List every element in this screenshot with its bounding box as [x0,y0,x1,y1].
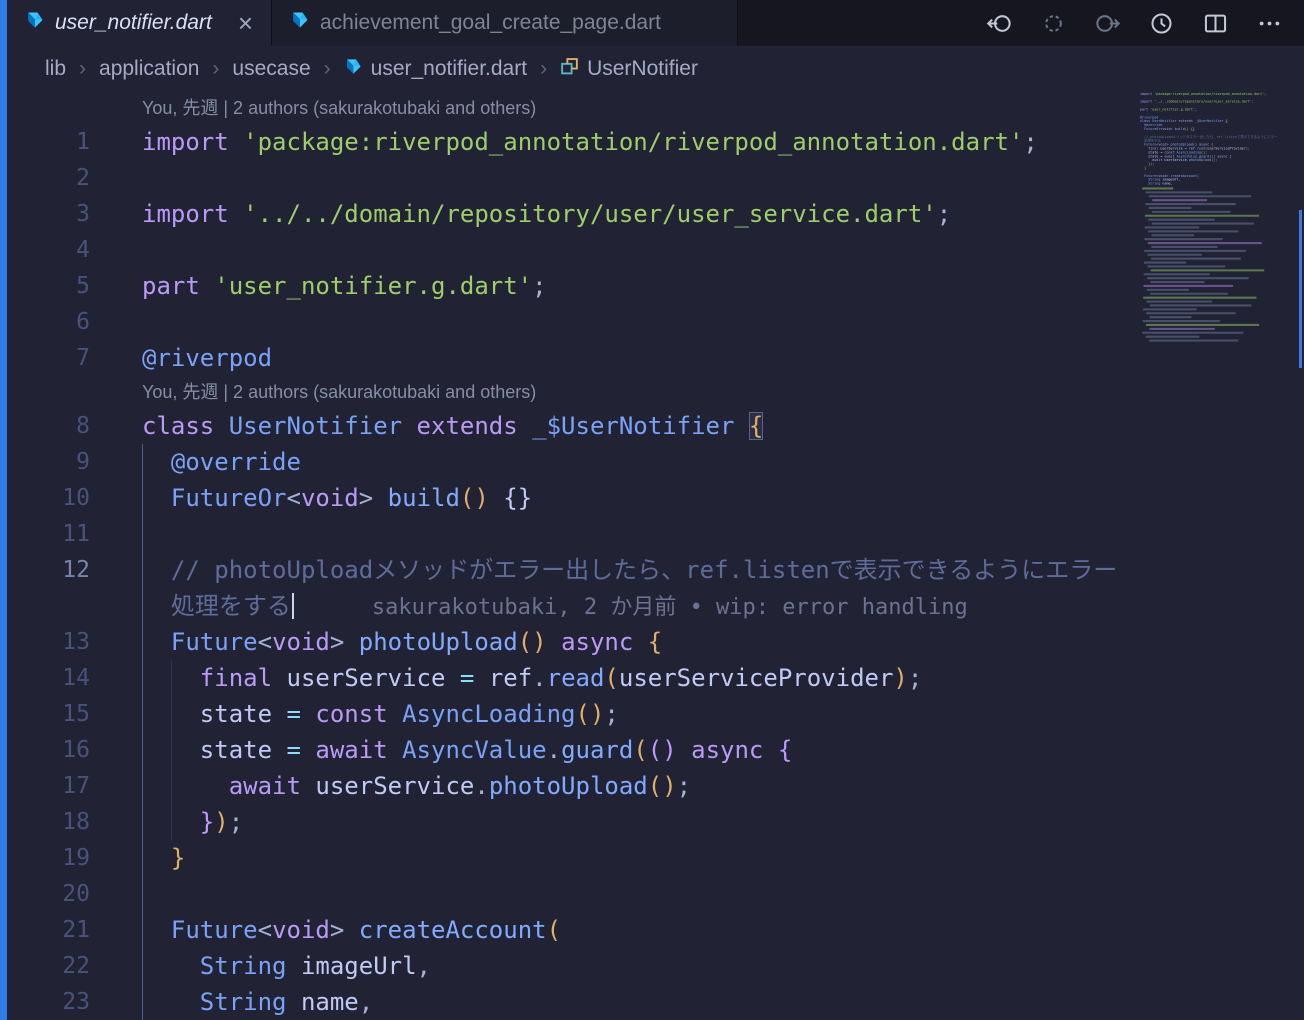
code-line[interactable]: String name, [90,984,1304,1020]
codelens-link[interactable]: You, 先週 | 2 authors (sakurakotubaki and … [7,92,1304,124]
code-line[interactable]: await userService.photoUpload(); [90,768,1304,804]
code-line[interactable]: part 'user_notifier.g.dart'; [90,268,1304,304]
tab-bar: user_notifier.dart × achievement_goal_cr… [7,0,1304,46]
line-number[interactable]: 17 [7,768,90,804]
code-line[interactable]: // photoUploadメソッドがエラー出したら、ref.listenで表示… [90,552,1304,588]
symbol-class-icon [560,57,579,82]
debug-step-out-icon[interactable] [1092,8,1122,38]
breadcrumb-item-file[interactable]: user_notifier.dart [344,57,527,82]
split-editor-icon[interactable] [1200,8,1230,38]
code-line[interactable]: final userService = ref.read(userService… [90,660,1304,696]
breadcrumb-separator: › [212,57,220,80]
line-number[interactable]: 14 [7,660,90,696]
line-number[interactable]: 3 [7,196,90,232]
text-cursor [291,593,294,619]
line-number[interactable] [7,588,90,624]
close-icon[interactable]: × [238,10,253,36]
line-number[interactable]: 16 [7,732,90,768]
tab-user-notifier[interactable]: user_notifier.dart × [7,0,272,46]
code-line[interactable]: @override [90,444,1304,480]
window-accent-border [0,0,7,1020]
dart-icon [344,57,363,82]
line-number[interactable]: 22 [7,948,90,984]
code-line[interactable]: 処理をする sakurakotubaki, 2 か月前 • wip: error … [90,588,1304,624]
vscode-window: user_notifier.dart × achievement_goal_cr… [0,0,1304,1020]
tab-achievement-goal-create-page[interactable]: achievement_goal_create_page.dart [272,0,738,46]
code-line[interactable]: import 'package:riverpod_annotation/rive… [90,124,1304,160]
breadcrumb-item-application[interactable]: application [99,57,199,81]
debug-step-back-icon[interactable] [984,8,1014,38]
breakpoint-circle-icon[interactable] [1038,8,1068,38]
code-line[interactable]: class UserNotifier extends _$UserNotifie… [90,408,1304,444]
breadcrumb-item-usecase[interactable]: usecase [232,57,310,81]
code-line[interactable]: }); [90,804,1304,840]
line-number[interactable]: 10 [7,480,90,516]
code-line[interactable] [90,160,1304,196]
code-line[interactable]: state = await AsyncValue.guard(() async … [90,732,1304,768]
line-number[interactable]: 11 [7,516,90,552]
line-number[interactable]: 1 [7,124,90,160]
line-number[interactable]: 20 [7,876,90,912]
code-line[interactable]: state = const AsyncLoading(); [90,696,1304,732]
line-number[interactable]: 23 [7,984,90,1020]
code-line[interactable] [90,516,1304,552]
git-blame-annotation: sakurakotubaki, 2 か月前 • wip: error handl… [371,595,968,620]
breadcrumb-separator: › [323,57,331,80]
breadcrumb: lib › application › usecase › user_notif… [7,46,1134,92]
line-number[interactable]: 12 [7,552,90,588]
code-line[interactable]: import '../../domain/repository/user/use… [90,196,1304,232]
line-number[interactable]: 5 [7,268,90,304]
codelens-link[interactable]: You, 先週 | 2 authors (sakurakotubaki and … [7,376,1304,408]
dart-icon [25,10,45,36]
line-number[interactable]: 19 [7,840,90,876]
line-number[interactable]: 6 [7,304,90,340]
line-number[interactable]: 21 [7,912,90,948]
code-line[interactable] [90,304,1304,340]
line-number[interactable]: 2 [7,160,90,196]
line-number[interactable]: 9 [7,444,90,480]
line-number[interactable]: 15 [7,696,90,732]
breadcrumb-separator: › [79,57,87,80]
code-line[interactable]: @riverpod [90,340,1304,376]
line-number[interactable]: 13 [7,624,90,660]
line-number[interactable]: 7 [7,340,90,376]
breadcrumb-item-symbol[interactable]: UserNotifier [560,57,698,82]
code-line[interactable]: Future<void> createAccount( [90,912,1304,948]
more-actions-icon[interactable] [1254,8,1284,38]
code-line[interactable]: } [90,840,1304,876]
code-area[interactable]: You, 先週 | 2 authors (sakurakotubaki and … [7,92,1304,1020]
breadcrumb-separator: › [540,57,548,80]
code-line[interactable]: Future<void> photoUpload() async { [90,624,1304,660]
code-line[interactable] [90,232,1304,268]
line-number[interactable]: 8 [7,408,90,444]
line-number[interactable]: 4 [7,232,90,268]
timeline-icon[interactable] [1146,8,1176,38]
breadcrumb-item-lib[interactable]: lib [45,57,66,81]
code-line[interactable] [90,876,1304,912]
line-number[interactable]: 18 [7,804,90,840]
dart-icon [290,10,310,36]
code-line[interactable]: FutureOr<void> build() {} [90,480,1304,516]
editor-actions [964,0,1304,46]
editor[interactable]: You, 先週 | 2 authors (sakurakotubaki and … [7,92,1304,1020]
tab-label: user_notifier.dart [55,11,212,34]
tab-label: achievement_goal_create_page.dart [320,11,661,34]
code-line[interactable]: String imageUrl, [90,948,1304,984]
